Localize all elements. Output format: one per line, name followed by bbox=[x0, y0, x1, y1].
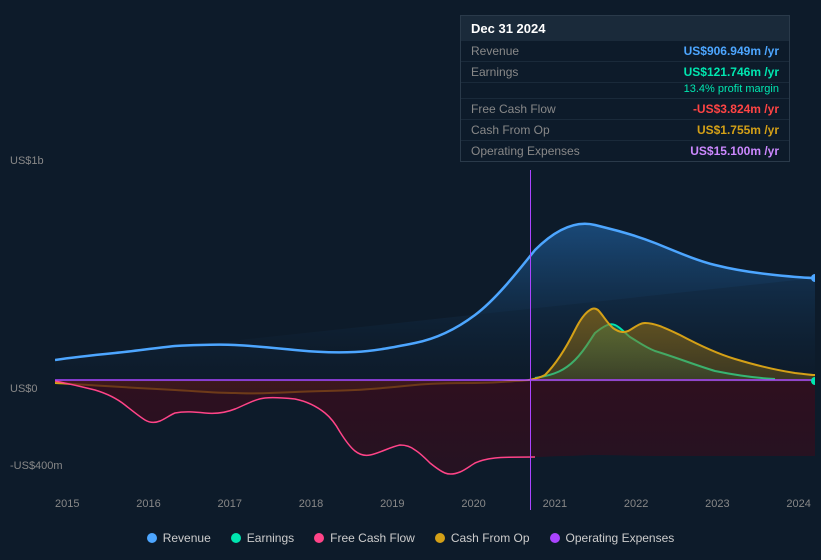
x-label-2016: 2016 bbox=[136, 498, 160, 510]
tooltip-revenue-value: US$906.949m /yr bbox=[684, 44, 779, 58]
x-label-2021: 2021 bbox=[543, 498, 567, 510]
legend-cfo[interactable]: Cash From Op bbox=[435, 531, 530, 545]
tooltip-earnings: Earnings US$121.746m /yr bbox=[461, 62, 789, 83]
legend-earnings-dot bbox=[231, 533, 241, 543]
x-label-2017: 2017 bbox=[218, 498, 242, 510]
legend-revenue-label: Revenue bbox=[163, 531, 211, 545]
tooltip-date: Dec 31 2024 bbox=[461, 16, 789, 41]
tooltip-cash-from-op: Cash From Op US$1.755m /yr bbox=[461, 120, 789, 141]
tooltip-profit-margin: 13.4% profit margin bbox=[461, 83, 789, 99]
legend-earnings-label: Earnings bbox=[247, 531, 294, 545]
chart-container: Dec 31 2024 Revenue US$906.949m /yr Earn… bbox=[0, 0, 821, 560]
main-chart bbox=[55, 165, 815, 485]
x-label-2018: 2018 bbox=[299, 498, 323, 510]
tooltip-opex-value: US$15.100m /yr bbox=[690, 144, 779, 158]
tooltip-cfo-value: US$1.755m /yr bbox=[697, 123, 779, 137]
tooltip-revenue-label: Revenue bbox=[471, 44, 519, 58]
tooltip-earnings-value: US$121.746m /yr bbox=[684, 65, 779, 79]
legend-opex-dot bbox=[550, 533, 560, 543]
x-label-2023: 2023 bbox=[705, 498, 729, 510]
x-axis-labels: 2015 2016 2017 2018 2019 2020 2021 2022 … bbox=[55, 498, 811, 510]
x-label-2022: 2022 bbox=[624, 498, 648, 510]
tooltip-fcf-label: Free Cash Flow bbox=[471, 102, 556, 116]
chart-legend: Revenue Earnings Free Cash Flow Cash Fro… bbox=[0, 531, 821, 545]
legend-fcf[interactable]: Free Cash Flow bbox=[314, 531, 415, 545]
legend-fcf-dot bbox=[314, 533, 324, 543]
tooltip-opex-label: Operating Expenses bbox=[471, 144, 580, 158]
tooltip-free-cash-flow: Free Cash Flow -US$3.824m /yr bbox=[461, 99, 789, 120]
legend-opex[interactable]: Operating Expenses bbox=[550, 531, 675, 545]
x-label-2024: 2024 bbox=[786, 498, 810, 510]
legend-cfo-dot bbox=[435, 533, 445, 543]
legend-revenue[interactable]: Revenue bbox=[147, 531, 211, 545]
tooltip-cfo-label: Cash From Op bbox=[471, 123, 550, 137]
y-label-zero: US$0 bbox=[10, 383, 38, 395]
y-label-top: US$1b bbox=[10, 155, 44, 167]
legend-opex-label: Operating Expenses bbox=[566, 531, 675, 545]
tooltip-revenue: Revenue US$906.949m /yr bbox=[461, 41, 789, 62]
x-label-2019: 2019 bbox=[380, 498, 404, 510]
cursor-line bbox=[530, 170, 531, 510]
legend-earnings[interactable]: Earnings bbox=[231, 531, 294, 545]
tooltip-operating-expenses: Operating Expenses US$15.100m /yr bbox=[461, 141, 789, 161]
x-label-2020: 2020 bbox=[461, 498, 485, 510]
x-label-2015: 2015 bbox=[55, 498, 79, 510]
tooltip-card: Dec 31 2024 Revenue US$906.949m /yr Earn… bbox=[460, 15, 790, 162]
tooltip-earnings-label: Earnings bbox=[471, 65, 518, 79]
legend-fcf-label: Free Cash Flow bbox=[330, 531, 415, 545]
legend-cfo-label: Cash From Op bbox=[451, 531, 530, 545]
tooltip-fcf-value: -US$3.824m /yr bbox=[693, 102, 779, 116]
legend-revenue-dot bbox=[147, 533, 157, 543]
